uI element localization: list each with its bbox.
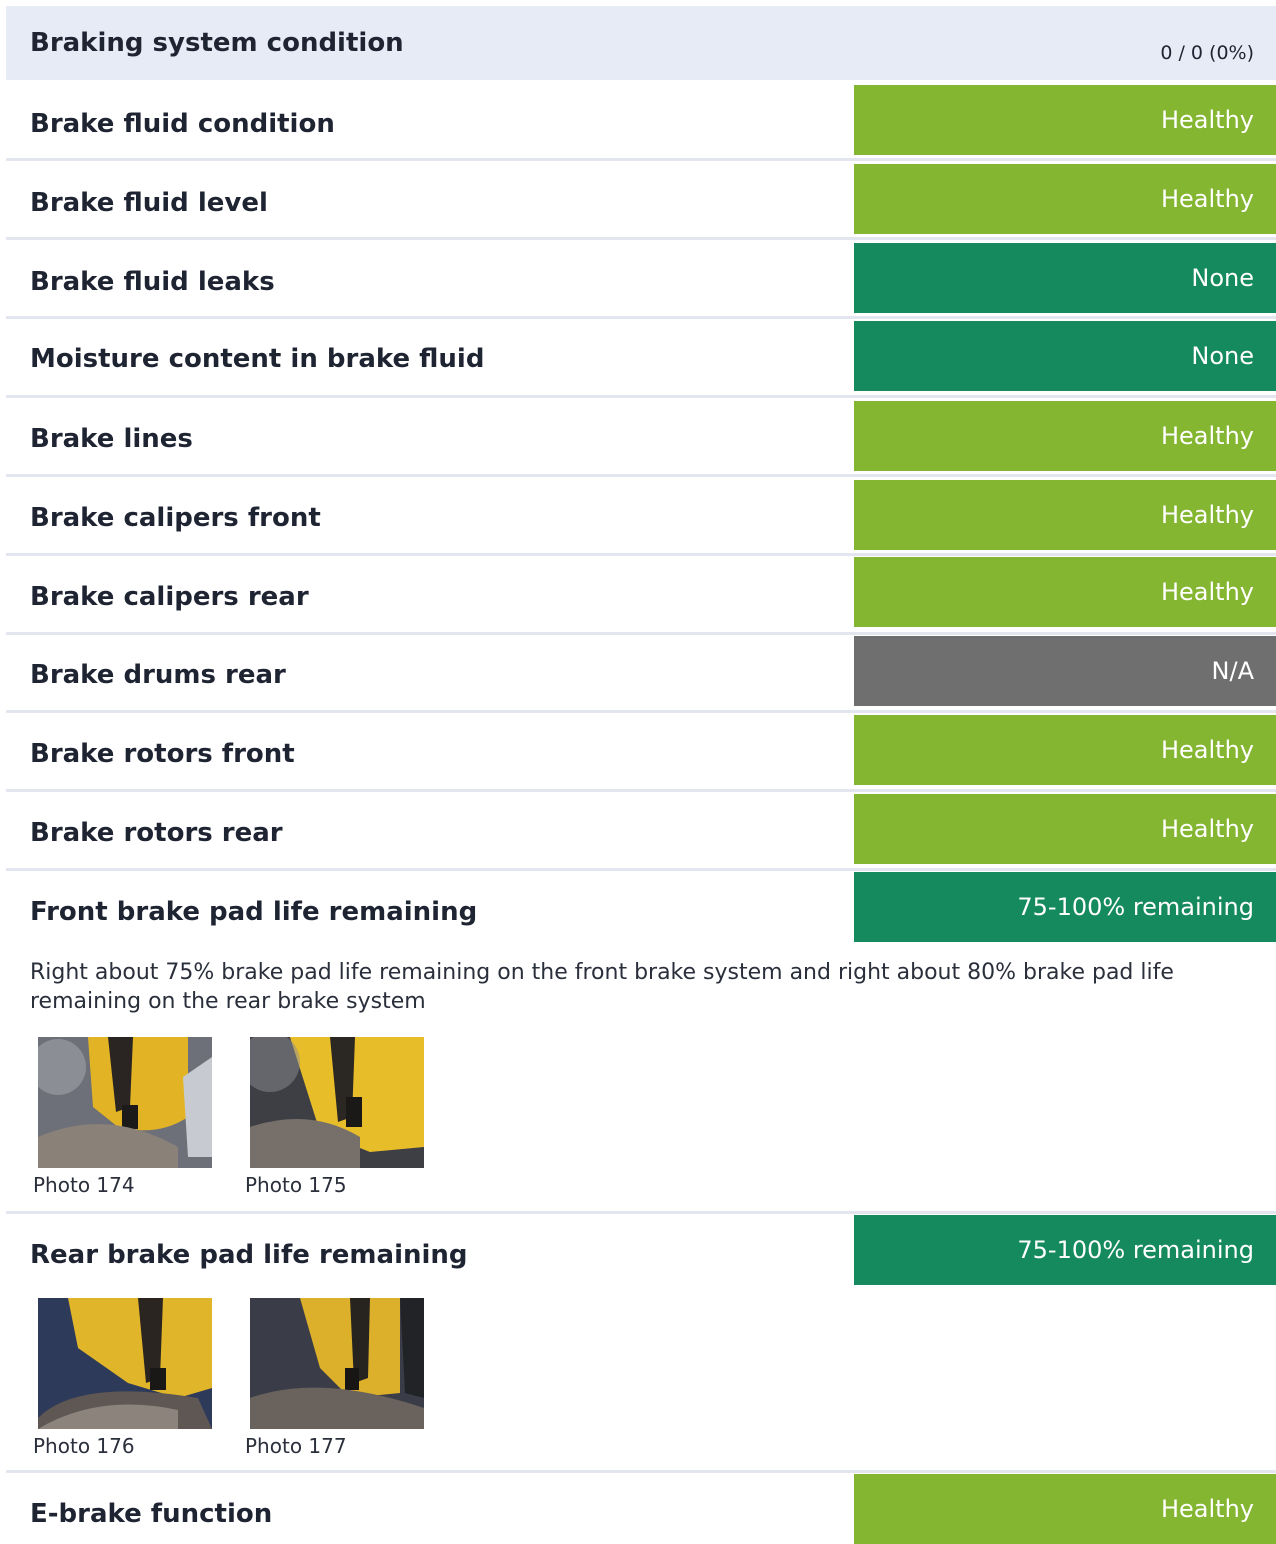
status-badge: Healthy bbox=[854, 1474, 1276, 1544]
section-header: Braking system condition 0 / 0 (0%) bbox=[6, 6, 1276, 80]
status-badge: Healthy bbox=[854, 715, 1276, 785]
inspection-item-label: Front brake pad life remaining bbox=[30, 897, 478, 927]
section-title: Braking system condition bbox=[30, 28, 404, 58]
status-badge: Healthy bbox=[854, 557, 1276, 627]
brake-caliper-photo-icon bbox=[38, 1298, 212, 1429]
inspection-row-brake-calipers-rear: Brake calipers rear Healthy bbox=[6, 555, 1276, 635]
inspection-item-label: Brake lines bbox=[30, 424, 193, 454]
inspection-row-brake-calipers-front: Brake calipers front Healthy bbox=[6, 476, 1276, 556]
inspection-item-label: Brake fluid level bbox=[30, 188, 268, 218]
status-badge: None bbox=[854, 243, 1276, 313]
brake-caliper-photo-icon bbox=[250, 1037, 424, 1168]
inspection-row-e-brake-function: E-brake function Healthy bbox=[6, 1472, 1276, 1544]
inspection-row-brake-lines: Brake lines Healthy bbox=[6, 397, 1276, 477]
photo-caption: Photo 176 bbox=[33, 1434, 135, 1458]
status-badge: 75-100% remaining bbox=[854, 1215, 1276, 1285]
photo-thumbnail[interactable]: Photo 176 bbox=[33, 1298, 212, 1458]
status-badge: None bbox=[854, 321, 1276, 391]
status-badge: Healthy bbox=[854, 401, 1276, 471]
inspection-item-label: Brake calipers rear bbox=[30, 582, 309, 612]
inspection-item-label: Brake fluid condition bbox=[30, 109, 335, 139]
inspection-item-label: Moisture content in brake fluid bbox=[30, 344, 485, 374]
inspection-item-label: Rear brake pad life remaining bbox=[30, 1240, 468, 1270]
inspection-row-brake-rotors-front: Brake rotors front Healthy bbox=[6, 712, 1276, 792]
inspection-item-label: Brake rotors front bbox=[30, 739, 295, 769]
inspector-note: Right about 75% brake pad life remaining… bbox=[30, 960, 1174, 1014]
status-badge: Healthy bbox=[854, 85, 1276, 155]
status-badge: N/A bbox=[854, 636, 1276, 706]
status-badge: Healthy bbox=[854, 480, 1276, 550]
status-badge: Healthy bbox=[854, 794, 1276, 864]
section-score: 0 / 0 (0%) bbox=[1160, 42, 1254, 64]
inspection-item-label: Brake calipers front bbox=[30, 503, 321, 533]
photo-caption: Photo 175 bbox=[245, 1173, 347, 1197]
photo-caption: Photo 177 bbox=[245, 1434, 347, 1458]
inspection-item-label: Brake rotors rear bbox=[30, 818, 283, 848]
brake-caliper-photo-icon bbox=[38, 1037, 212, 1168]
brake-caliper-photo-icon bbox=[250, 1298, 424, 1429]
inspection-row-brake-fluid-condition: Brake fluid condition Healthy bbox=[6, 81, 1276, 161]
inspection-row-moisture-content: Moisture content in brake fluid None bbox=[6, 318, 1276, 398]
photo-thumbnail[interactable]: Photo 175 bbox=[245, 1037, 424, 1197]
inspection-row-brake-drums-rear: Brake drums rear N/A bbox=[6, 634, 1276, 713]
inspection-item-label: Brake drums rear bbox=[30, 660, 286, 690]
inspection-item-label: E-brake function bbox=[30, 1499, 273, 1529]
status-badge: Healthy bbox=[854, 164, 1276, 234]
inspection-row-brake-fluid-leaks: Brake fluid leaks None bbox=[6, 239, 1276, 319]
inspection-row-brake-fluid-level: Brake fluid level Healthy bbox=[6, 160, 1276, 240]
inspection-row-front-brake-pad-life: Front brake pad life remaining 75-100% r… bbox=[6, 870, 1276, 1214]
inspection-item-label: Brake fluid leaks bbox=[30, 267, 275, 297]
inspection-row-brake-rotors-rear: Brake rotors rear Healthy bbox=[6, 791, 1276, 871]
inspection-row-rear-brake-pad-life: Rear brake pad life remaining 75-100% re… bbox=[6, 1213, 1276, 1473]
photo-thumbnail[interactable]: Photo 177 bbox=[245, 1298, 424, 1458]
photo-thumbnail[interactable]: Photo 174 bbox=[33, 1037, 212, 1197]
photo-caption: Photo 174 bbox=[33, 1173, 135, 1197]
status-badge: 75-100% remaining bbox=[854, 872, 1276, 942]
